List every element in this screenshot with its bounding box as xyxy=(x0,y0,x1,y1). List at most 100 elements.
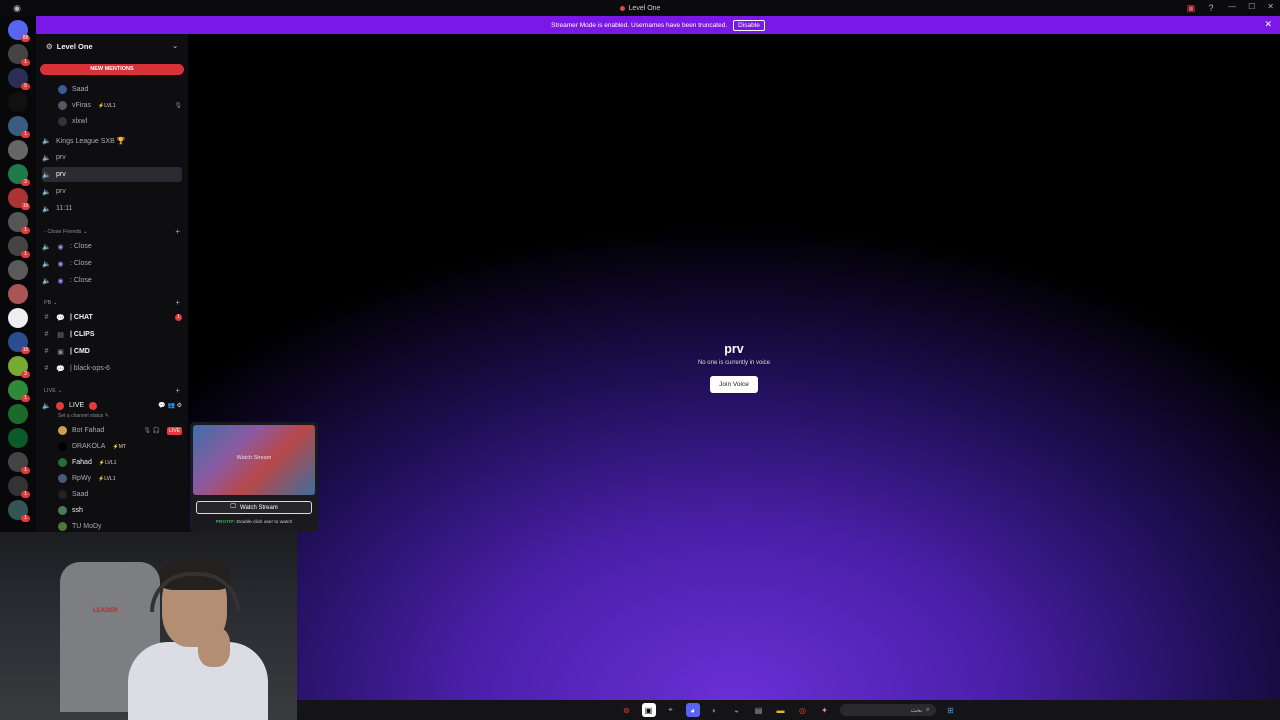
server-icon[interactable]: 1 xyxy=(8,44,30,66)
voice-user[interactable]: TU MoDy xyxy=(58,519,182,532)
capture-icon[interactable]: ⌖ xyxy=(664,703,678,717)
server-icon[interactable] xyxy=(8,140,28,160)
muted-icon: 🎙 xyxy=(174,103,182,109)
live-dot-icon xyxy=(89,401,98,410)
add-channel-icon[interactable]: + xyxy=(175,299,180,307)
voice-channel-selected[interactable]: 🔈 prv xyxy=(42,167,182,182)
badge-icon: ◉ xyxy=(57,277,64,285)
app-icon[interactable]: ▣ xyxy=(641,703,656,717)
cmd-icon: ▣ xyxy=(57,348,64,356)
hash-icon: # xyxy=(44,331,49,338)
voice-channel[interactable]: 🔈 11:11 xyxy=(42,201,182,216)
banner-close-icon[interactable]: ✕ xyxy=(1264,19,1272,30)
voice-user[interactable]: Fahad ⚡LVL1 xyxy=(58,455,182,470)
chair-logo-text: LEADER xyxy=(93,608,118,614)
taskbar-search[interactable]: بحث ⌕ xyxy=(839,704,936,716)
store-icon[interactable]: ▤ xyxy=(752,703,766,717)
watch-stream-button[interactable]: 🖵 Watch Stream xyxy=(196,501,312,514)
server-icon[interactable]: 5 xyxy=(8,68,30,90)
join-voice-button[interactable]: Join Voice xyxy=(710,376,758,393)
server-icon[interactable]: 1 xyxy=(8,452,30,474)
chrome-icon[interactable]: ◎ xyxy=(796,703,810,717)
streamer-mode-banner: Streamer Mode is enabled. Usernames have… xyxy=(36,16,1280,34)
server-header[interactable]: ⚙ Level One ⌄ xyxy=(36,34,188,58)
browser-icon[interactable]: ◐ xyxy=(708,703,722,717)
channel-title: prv xyxy=(724,342,744,356)
server-icon[interactable] xyxy=(8,260,28,280)
app-icon xyxy=(619,5,625,11)
voice-user[interactable]: xlxwl xyxy=(58,114,182,129)
server-icon[interactable]: 3 xyxy=(8,164,30,186)
hash-icon: # xyxy=(44,314,49,321)
channel-actions[interactable]: 💬 👥 ⚙ xyxy=(158,402,182,409)
voice-channel[interactable]: 🔈 prv xyxy=(42,150,182,165)
text-channel[interactable]: # ▣ | CMD xyxy=(42,344,182,359)
server-icon[interactable]: 3 xyxy=(8,356,30,378)
server-icon[interactable]: 1 xyxy=(8,236,30,258)
server-icon[interactable]: 1 xyxy=(8,116,30,138)
edge-icon[interactable]: ◒ xyxy=(730,703,744,717)
disable-button[interactable]: Disable xyxy=(733,19,765,31)
voice-user[interactable]: vFiras ⚡LVL1 🎙 xyxy=(58,98,182,113)
avatar xyxy=(58,442,67,451)
voice-channel-live[interactable]: 🔈 LIVE 💬 👥 ⚙ xyxy=(42,398,182,413)
server-icon[interactable] xyxy=(8,92,28,112)
speaker-icon: 🔈 xyxy=(42,188,51,196)
stream-thumbnail[interactable]: Watch Stream xyxy=(193,425,315,495)
folder-icon[interactable]: ▬ xyxy=(774,703,788,717)
server-icon[interactable]: 1 xyxy=(8,380,30,402)
text-channel[interactable]: # 💬 | CHAT 1 xyxy=(42,310,182,325)
category-header[interactable]: LIVE ⌄ + xyxy=(44,387,180,395)
server-icon[interactable] xyxy=(8,284,28,304)
category-header[interactable]: PB ⌄ + xyxy=(44,299,180,307)
hash-icon: # xyxy=(44,365,49,372)
discord-home-icon[interactable]: ◉ xyxy=(12,3,22,13)
discord-icon[interactable]: ◕ xyxy=(685,703,700,717)
voice-user[interactable]: Saad xyxy=(58,82,182,97)
text-channel[interactable]: # 💬 | black-ops-6 xyxy=(42,361,182,376)
voice-user[interactable]: ssh xyxy=(58,503,182,518)
category-header[interactable]: - Close Friends ⌄ + xyxy=(44,228,180,236)
voice-user[interactable]: DRAKOLA ⚡MT xyxy=(58,439,182,454)
server-icon[interactable]: 10 xyxy=(8,332,30,354)
server-icon[interactable]: 1 xyxy=(8,212,30,234)
avatar xyxy=(58,458,67,467)
server-icon[interactable]: 1 xyxy=(8,476,30,498)
help-icon[interactable]: ? xyxy=(1206,3,1216,13)
voice-channel[interactable]: 🔈 Kings League SXB 🏆 xyxy=(42,133,182,148)
new-mentions-pill[interactable]: NEW MENTIONS xyxy=(40,64,184,75)
unread-badge: 1 xyxy=(175,314,182,321)
maximize-icon[interactable]: ☐ xyxy=(1248,2,1255,11)
voice-channel[interactable]: 🔈 ◉ : Close xyxy=(42,256,182,271)
voice-empty-state: prv No one is currently in voice Join Vo… xyxy=(188,342,1280,393)
start-icon[interactable]: ⊞ xyxy=(944,703,958,717)
add-channel-icon[interactable]: + xyxy=(175,228,180,236)
server-icon[interactable] xyxy=(8,404,28,424)
voice-user[interactable]: RpWy ⚡LVL1 xyxy=(58,471,182,486)
add-channel-icon[interactable]: + xyxy=(175,387,180,395)
close-icon[interactable]: ✕ xyxy=(1267,2,1274,11)
server-icon[interactable] xyxy=(8,308,28,328)
voice-channel[interactable]: 🔈 ◉ : Close xyxy=(42,273,182,288)
recorder-icon[interactable]: ⊚ xyxy=(620,703,634,717)
avatar xyxy=(58,117,67,126)
voice-user[interactable]: Saad xyxy=(58,487,182,502)
server-icon[interactable]: 1 xyxy=(8,500,30,522)
channel-status[interactable]: Set a channel status ✎ xyxy=(58,413,109,419)
inbox-icon[interactable]: ▣ xyxy=(1186,3,1196,13)
voice-user[interactable]: Bot Fahad 🎙 🎧 LIVE xyxy=(58,423,182,438)
server-icon[interactable]: 10 xyxy=(8,188,30,210)
minimize-icon[interactable]: — xyxy=(1228,2,1236,11)
chevron-down-icon: ⌄ xyxy=(172,43,178,50)
clips-icon: ▤ xyxy=(57,331,64,339)
server-icon[interactable]: 88 xyxy=(8,20,30,42)
voice-channel-view: prv No one is currently in voice Join Vo… xyxy=(188,34,1280,700)
avatar xyxy=(58,101,67,110)
voice-channel[interactable]: 🔈 ◉ : Close xyxy=(42,239,182,254)
server-icon[interactable] xyxy=(8,428,28,448)
speaker-icon: 🔈 xyxy=(42,277,51,285)
avatar xyxy=(58,522,67,531)
copilot-icon[interactable]: ✦ xyxy=(818,703,832,717)
voice-channel[interactable]: 🔈 prv xyxy=(42,184,182,199)
text-channel[interactable]: # ▤ | CLIPS xyxy=(42,327,182,342)
